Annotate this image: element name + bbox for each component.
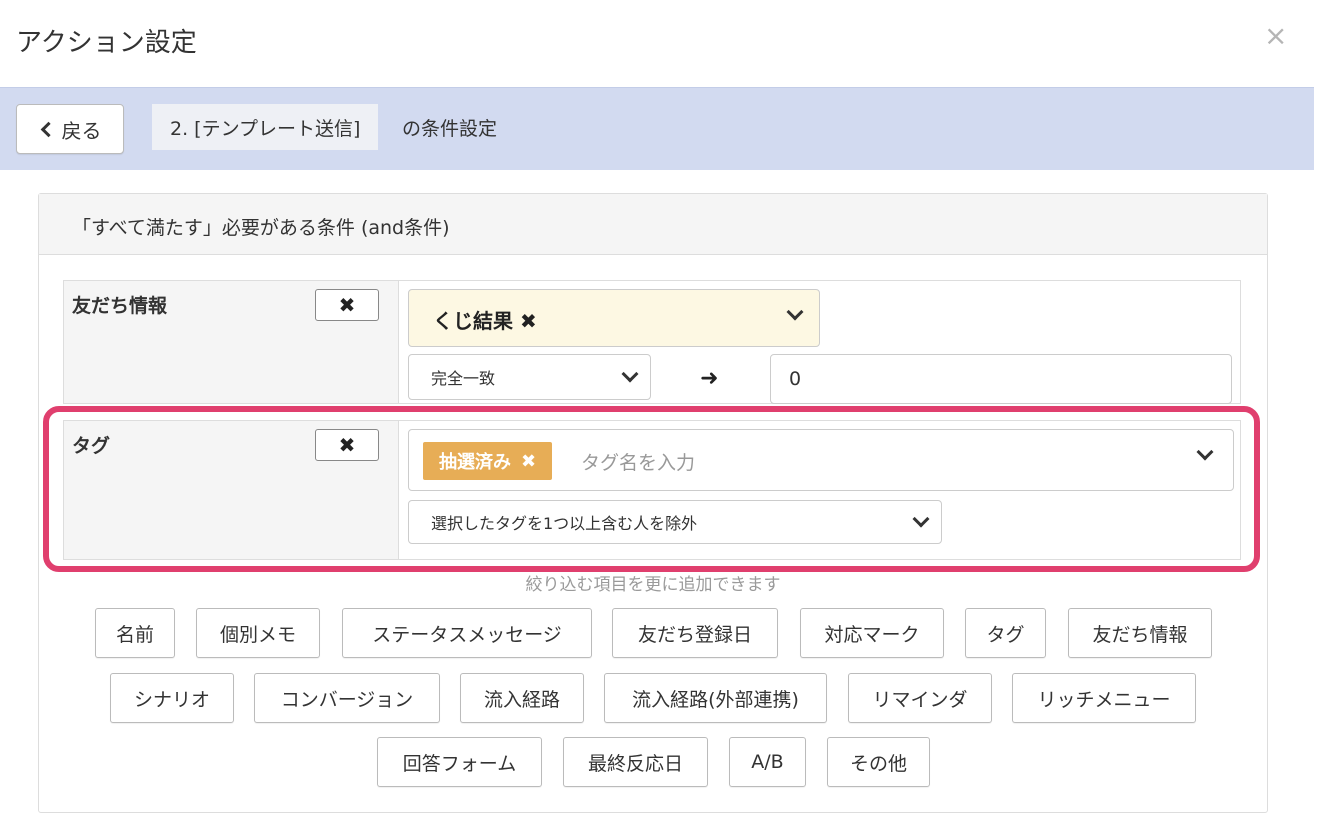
chevron-down-icon	[621, 365, 639, 383]
filter-button-answer-form[interactable]: 回答フォーム	[377, 737, 542, 787]
breadcrumb-step: 2. [テンプレート送信]	[152, 104, 379, 150]
filter-button-conversion[interactable]: コンバージョン	[254, 673, 440, 723]
filter-button-reminder[interactable]: リマインダ	[848, 673, 992, 723]
filter-button-memo[interactable]: 個別メモ	[196, 608, 320, 658]
remove-condition-button[interactable]: ✖	[315, 289, 379, 321]
field-chip[interactable]: くじ結果 ✖	[433, 305, 537, 334]
filter-button-inflow-external[interactable]: 流入経路(外部連携)	[604, 673, 827, 723]
filter-button-name[interactable]: 名前	[95, 608, 175, 658]
modal-header	[0, 0, 1314, 87]
highlight-annotation	[43, 406, 1260, 572]
filter-button-rich-menu[interactable]: リッチメニュー	[1012, 673, 1196, 723]
chevron-down-icon	[786, 303, 804, 321]
filter-button-ab[interactable]: A/B	[729, 737, 806, 787]
filter-button-inflow-route[interactable]: 流入経路	[460, 673, 584, 723]
filter-button-friend-info[interactable]: 友だち情報	[1068, 608, 1212, 658]
chevron-left-icon	[40, 121, 56, 137]
filter-button-tag[interactable]: タグ	[965, 608, 1046, 658]
modal-title: アクション設定	[16, 28, 197, 58]
back-label: 戻る	[61, 118, 102, 143]
panel-title: 「すべて満たす」必要がある条件 (and条件)	[72, 217, 450, 239]
friend-value-input[interactable]	[770, 354, 1232, 404]
close-icon[interactable]: ×	[1264, 22, 1287, 50]
close-icon: ✖	[338, 293, 356, 317]
filter-button-response-mark[interactable]: 対応マーク	[800, 608, 944, 658]
filter-button-registration-date[interactable]: 友だち登録日	[612, 608, 778, 658]
match-mode-select[interactable]: 完全一致	[408, 354, 651, 400]
friend-field-select[interactable]: くじ結果 ✖	[408, 289, 820, 347]
condition-label-cell: 友だち情報 ✖	[64, 281, 399, 403]
filter-button-status-message[interactable]: ステータスメッセージ	[342, 608, 592, 658]
back-button[interactable]: 戻る	[16, 104, 124, 154]
arrow-right-icon: ➜	[700, 366, 719, 391]
condition-label: 友だち情報	[72, 295, 168, 317]
add-filter-hint: 絞り込む項目を更に追加できます	[525, 575, 781, 595]
filter-button-last-reaction[interactable]: 最終反応日	[563, 737, 708, 787]
match-mode-value: 完全一致	[431, 369, 496, 388]
filter-button-scenario[interactable]: シナリオ	[110, 673, 234, 723]
breadcrumb-suffix: の条件設定	[402, 118, 498, 140]
filter-button-other[interactable]: その他	[827, 737, 930, 787]
